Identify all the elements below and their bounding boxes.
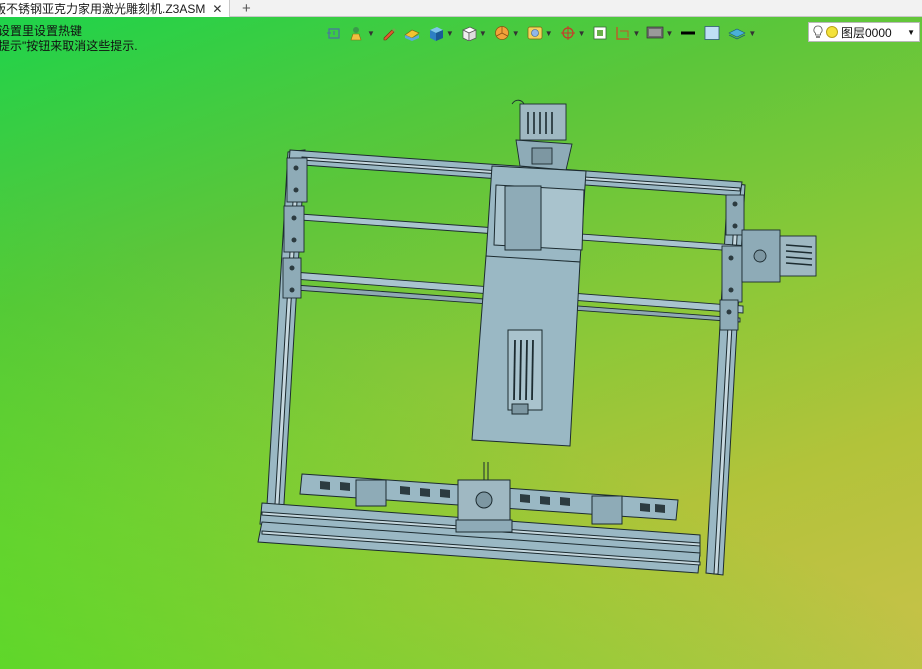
lightbulb-icon[interactable]	[812, 25, 824, 39]
layer-color-dot	[826, 26, 838, 38]
display-icon[interactable]: ▼	[526, 23, 553, 43]
axis-target-icon[interactable]: ▼	[559, 23, 586, 43]
render-mode-icon[interactable]	[403, 23, 421, 43]
line-icon[interactable]	[679, 23, 697, 43]
laser-engraver-model[interactable]	[0, 0, 922, 669]
layer-name: 图层0000	[841, 25, 892, 40]
chevron-down-icon[interactable]: ▼	[907, 28, 915, 37]
dimension-icon[interactable]: ▼	[614, 23, 640, 43]
cube-view-icon[interactable]: ▼	[460, 23, 487, 43]
left-mount-top	[286, 157, 308, 203]
hint-line-1: 设置里设置热键	[0, 24, 83, 38]
layer-select[interactable]: 图层0000 ▼	[808, 22, 920, 42]
y-carriage	[485, 165, 587, 263]
light-icon[interactable]: ▼	[348, 23, 375, 43]
x-motor	[741, 229, 817, 283]
hint-line-2: 提示"按钮来取消这些提示.	[0, 39, 138, 53]
laser-head	[471, 255, 581, 447]
pencil-icon[interactable]	[381, 23, 397, 43]
y-motor-bottom	[455, 462, 513, 533]
frame-icon[interactable]	[326, 23, 342, 43]
layer-icon[interactable]: ▼	[727, 23, 756, 43]
y-motor-top	[511, 99, 573, 171]
view-toolbar: ▼ ▼ ▼ ▼ ▼ ▼ ▼ ▼ ▼	[326, 22, 762, 44]
screen-icon[interactable]: ▼	[646, 23, 673, 43]
solid-box-icon[interactable]: ▼	[427, 23, 454, 43]
left-mount-mid	[283, 205, 305, 253]
hint-text: 设置里设置热键 提示"按钮来取消这些提示.	[0, 24, 140, 54]
grid-icon[interactable]	[592, 23, 608, 43]
color-swatch-icon[interactable]	[703, 23, 721, 43]
pie-icon[interactable]: ▼	[493, 23, 520, 43]
